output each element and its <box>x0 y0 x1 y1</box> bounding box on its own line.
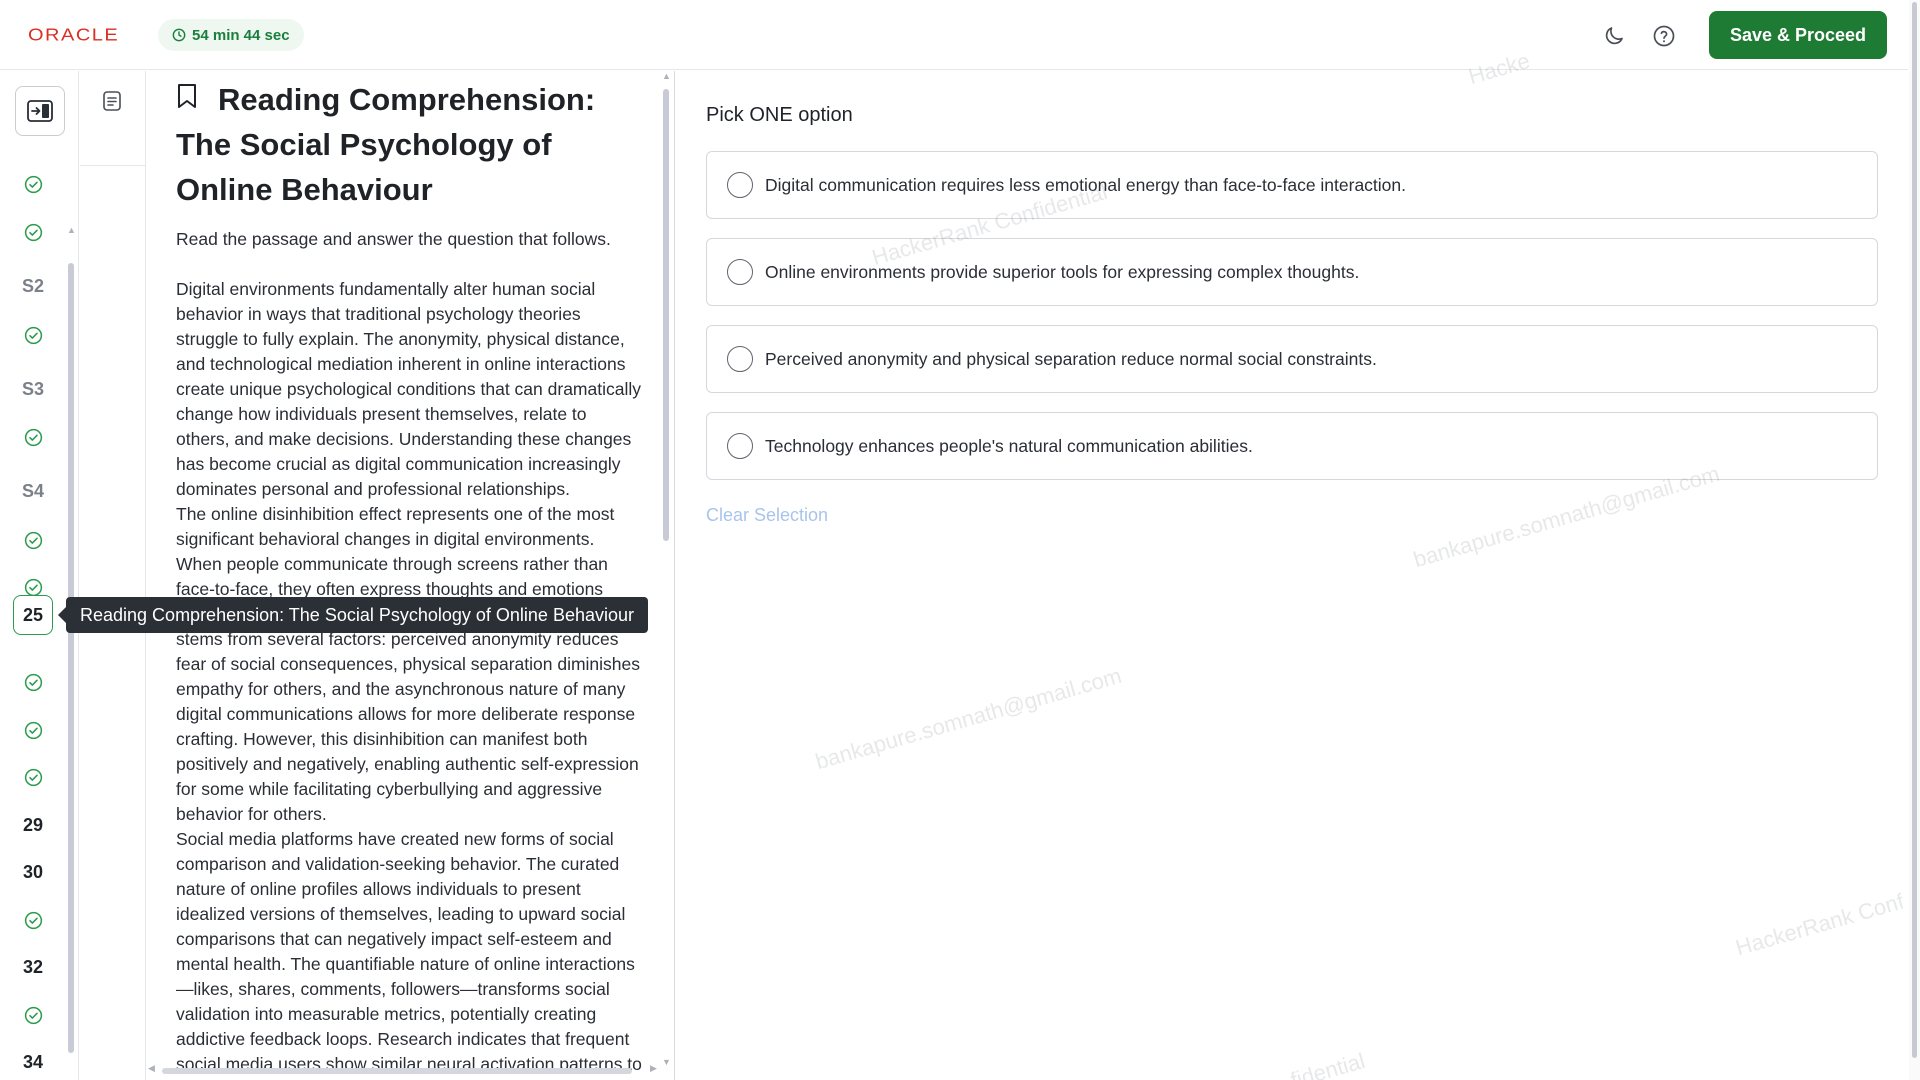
question-32[interactable]: 32 <box>13 947 53 987</box>
question-29[interactable]: 29 <box>13 805 53 845</box>
scroll-down-arrow[interactable]: ▼ <box>662 1057 671 1067</box>
radio-button[interactable] <box>727 172 753 198</box>
option-text: Digital communication requires less emot… <box>765 174 1407 195</box>
question-answered-check[interactable] <box>13 900 53 940</box>
question-30[interactable]: 30 <box>13 852 53 892</box>
scroll-right-arrow[interactable]: ▶ <box>650 1063 657 1074</box>
dark-mode-toggle[interactable] <box>1600 22 1628 50</box>
panel-expand-icon <box>27 100 53 122</box>
answer-option[interactable]: Online environments provide superior too… <box>706 238 1878 306</box>
check-circle-icon <box>24 673 42 691</box>
check-circle-icon <box>24 326 42 344</box>
answer-option[interactable]: Perceived anonymity and physical separat… <box>706 325 1878 393</box>
question-answered-check[interactable] <box>13 520 53 560</box>
check-circle-icon <box>24 428 42 446</box>
passage-tools-sidebar <box>80 71 146 1080</box>
oracle-logo: ORACLE <box>28 25 120 45</box>
passage-scroll-thumb[interactable] <box>663 89 669 541</box>
timer-badge: 54 min 44 sec <box>158 19 304 51</box>
passage-toggle-button[interactable] <box>100 89 126 115</box>
question-answered-check[interactable] <box>13 995 53 1035</box>
save-and-proceed-button[interactable]: Save & Proceed <box>1709 11 1887 59</box>
document-icon <box>103 91 121 111</box>
radio-button[interactable] <box>727 259 753 285</box>
sidebar-divider <box>80 165 146 166</box>
check-circle-icon <box>24 768 42 786</box>
answer-option[interactable]: Digital communication requires less emot… <box>706 151 1878 219</box>
question-answered-check[interactable] <box>13 315 53 355</box>
navigator-scroll-thumb[interactable] <box>68 263 74 1053</box>
answer-option[interactable]: Technology enhances people's natural com… <box>706 412 1878 480</box>
clear-selection-link[interactable]: Clear Selection <box>706 505 828 526</box>
check-circle-icon <box>24 721 42 739</box>
passage-panel: Reading Comprehension: The Social Psycho… <box>146 71 675 1080</box>
question-answered-check[interactable] <box>13 417 53 457</box>
clock-icon <box>172 28 186 42</box>
question-tooltip: Reading Comprehension: The Social Psycho… <box>58 597 648 633</box>
scroll-up-arrow[interactable]: ▲ <box>662 71 671 81</box>
question-navigator: S2 S3 S4 25 29 30 32 34 ▲ <box>0 71 79 1080</box>
help-circle-icon <box>1653 25 1675 47</box>
collapse-panel-button[interactable] <box>15 86 65 136</box>
question-25-current[interactable]: 25 <box>13 595 53 635</box>
page-scroll-thumb[interactable] <box>1912 2 1917 1058</box>
top-header: ORACLE 54 min 44 sec Save & Proceed <box>0 0 1908 70</box>
check-circle-icon <box>24 223 42 241</box>
question-34[interactable]: 34 <box>13 1042 53 1080</box>
passage-title: Reading Comprehension: The Social Psycho… <box>176 82 596 207</box>
help-button[interactable] <box>1650 22 1678 50</box>
radio-button[interactable] <box>727 346 753 372</box>
question-answered-check[interactable] <box>13 164 53 204</box>
section-label-s4[interactable]: S4 <box>13 471 53 511</box>
page-scrollbar[interactable] <box>1909 0 1920 1080</box>
question-answered-check[interactable] <box>13 212 53 252</box>
option-text: Online environments provide superior too… <box>765 261 1360 282</box>
passage-vertical-scrollbar[interactable]: ▲ ▼ <box>661 71 671 1080</box>
passage-paragraph: Digital environments fundamentally alter… <box>176 279 641 499</box>
passage-paragraph: Social media platforms have created new … <box>176 829 642 1074</box>
moon-icon <box>1605 27 1623 45</box>
passage-hscroll-thumb[interactable] <box>162 1068 632 1074</box>
answer-panel: Pick ONE option Digital communication re… <box>676 71 1908 1080</box>
question-prompt: Pick ONE option <box>706 104 853 126</box>
passage-paragraph: The online disinhibition effect represen… <box>176 504 641 824</box>
section-label-s3[interactable]: S3 <box>13 369 53 409</box>
passage-horizontal-scrollbar[interactable]: ◀ ▶ <box>146 1063 661 1077</box>
option-text: Perceived anonymity and physical separat… <box>765 348 1377 369</box>
scroll-left-arrow[interactable]: ◀ <box>148 1063 155 1074</box>
passage-instruction: Read the passage and answer the question… <box>176 229 611 249</box>
scroll-up-arrow[interactable]: ▲ <box>67 225 76 235</box>
section-label-s2[interactable]: S2 <box>13 266 53 306</box>
passage-title-wrap: Reading Comprehension: The Social Psycho… <box>176 77 656 212</box>
question-answered-check[interactable] <box>13 662 53 702</box>
question-answered-check[interactable] <box>13 710 53 750</box>
check-circle-icon <box>24 578 42 596</box>
option-text: Technology enhances people's natural com… <box>765 435 1253 456</box>
check-circle-icon <box>24 175 42 193</box>
question-answered-check[interactable] <box>13 757 53 797</box>
passage-body: Digital environments fundamentally alter… <box>176 277 642 1077</box>
radio-button[interactable] <box>727 433 753 459</box>
check-circle-icon <box>24 531 42 549</box>
timer-text: 54 min 44 sec <box>192 26 290 44</box>
check-circle-icon <box>24 911 42 929</box>
check-circle-icon <box>24 1006 42 1024</box>
